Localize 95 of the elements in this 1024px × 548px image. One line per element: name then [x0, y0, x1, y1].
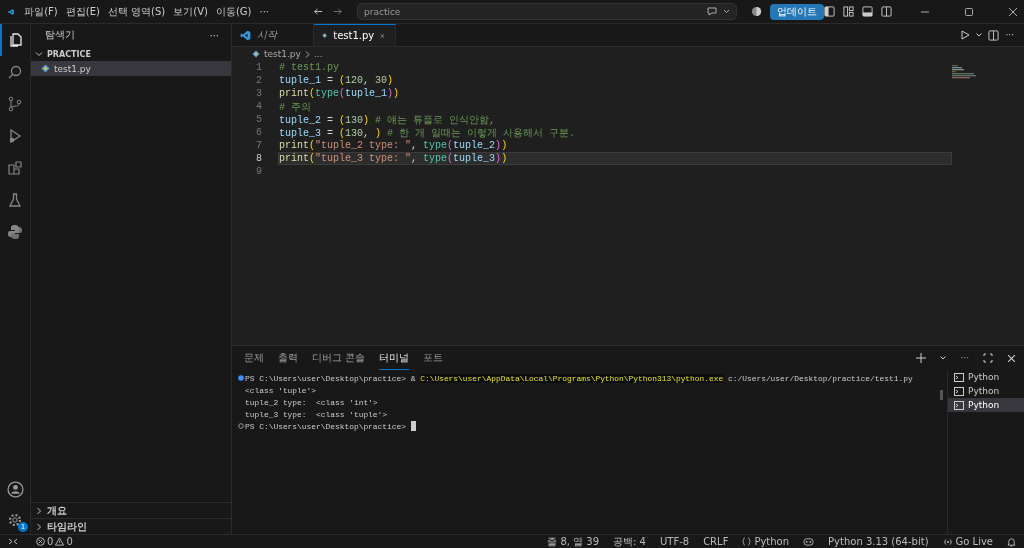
line-number: 3 [255, 88, 263, 99]
code-line: tuple_2 = (130) # 얘는 튜플로 인식안함, [279, 113, 496, 127]
code-line: print("tuple_2 type: ", type(tuple_2)) [279, 140, 508, 151]
back-arrow-icon[interactable] [313, 6, 324, 17]
line-number: 6 [255, 127, 263, 138]
explorer-title: 탐색기 [45, 28, 75, 42]
close-icon[interactable] [1008, 6, 1018, 17]
terminal-session[interactable]: Python [948, 398, 1024, 412]
code-line: tuple_3 = (130, ) # 한 개 일때는 이렇게 사용해서 구분. [279, 126, 576, 140]
broadcast-icon [942, 537, 953, 546]
python-file-icon [252, 50, 260, 58]
caret-icon[interactable] [976, 33, 983, 37]
breadcrumb-item[interactable]: test1.py [264, 49, 301, 59]
editor-tab[interactable]: test1.py [314, 24, 396, 46]
terminal-session[interactable]: Python [948, 384, 1024, 398]
python-file-icon [322, 31, 328, 40]
status-item[interactable]: CRLF [703, 536, 729, 547]
status-item[interactable]: Python 3.13 (64-bit) [828, 536, 929, 547]
split-editor-icon[interactable] [988, 29, 1000, 41]
terminal-icon [954, 386, 964, 396]
breadcrumb-item[interactable]: ... [313, 49, 323, 59]
remote-icon[interactable] [8, 537, 18, 546]
caret-icon[interactable] [940, 356, 947, 360]
menu-item[interactable]: 이동(G) [215, 4, 252, 19]
line-number: 7 [255, 140, 263, 151]
code-line: tuple_1 = (120, 30) [279, 75, 394, 86]
chevron-icon [304, 50, 310, 58]
panel-tab[interactable]: 포트 [423, 347, 444, 369]
maximize-icon[interactable] [964, 6, 974, 17]
line-number: 5 [255, 114, 263, 125]
problems-status[interactable]: 0 0 [36, 536, 73, 547]
python-icon [7, 224, 23, 240]
line-number: 2 [255, 75, 263, 86]
terminal-session[interactable]: Python [948, 370, 1024, 384]
bell-icon[interactable] [1007, 536, 1016, 547]
search-icon [7, 64, 23, 80]
menu-item[interactable]: 편집(E) [65, 4, 100, 19]
language-status[interactable]: Python [742, 536, 790, 547]
line-number: 8 [255, 153, 263, 164]
line-number: 9 [255, 166, 263, 177]
panel-tab[interactable]: 문제 [244, 347, 264, 369]
update-button[interactable]: 업데이트 [770, 3, 824, 20]
error-icon [36, 537, 45, 546]
menu-item[interactable]: 선택 영역(S) [107, 4, 166, 19]
code-line: # 주의 [279, 100, 311, 114]
app-logo-icon [240, 29, 251, 41]
terminal-icon [954, 400, 964, 410]
more-menu[interactable]: ··· [259, 6, 269, 17]
more-menu[interactable]: ··· [1005, 30, 1014, 40]
forward-arrow-icon[interactable] [332, 6, 343, 17]
plus-icon[interactable] [916, 353, 927, 363]
split-layout-icon[interactable] [881, 6, 892, 17]
files-icon [8, 32, 24, 48]
menu-item[interactable]: 보기(V) [173, 4, 208, 19]
python-file-icon [41, 64, 50, 73]
grid-layout-icon[interactable] [843, 6, 854, 17]
section-header[interactable]: 개요 [31, 502, 231, 518]
more-menu[interactable]: ··· [960, 353, 969, 363]
status-item[interactable]: 공백: 4 [613, 534, 646, 548]
caret-icon[interactable] [723, 9, 730, 14]
search-field[interactable]: practice [357, 3, 737, 20]
close-icon[interactable] [1007, 353, 1016, 363]
status-item[interactable]: UTF-8 [659, 536, 690, 547]
line-number: 4 [255, 101, 263, 112]
go-live-button[interactable]: Go Live [942, 536, 993, 547]
folder-header[interactable]: PRACTICE [31, 47, 231, 61]
maximize-icon[interactable] [983, 353, 993, 363]
account-icon[interactable] [6, 481, 24, 498]
terminal-icon [954, 372, 964, 382]
flask-icon [7, 192, 23, 208]
sidebar-layout-icon[interactable] [824, 6, 835, 17]
play-bug-icon [7, 128, 23, 144]
menu-item[interactable]: 파일(F) [24, 4, 58, 19]
chat-icon[interactable] [706, 6, 718, 17]
status-item[interactable]: 줄 8, 열 39 [547, 534, 600, 548]
run-icon[interactable] [960, 30, 971, 40]
panel-tab[interactable]: 디버그 콘솔 [312, 347, 366, 369]
settings-icon[interactable] [7, 512, 23, 528]
panel-layout-icon[interactable] [862, 6, 873, 17]
file-item[interactable]: test1.py [31, 61, 231, 76]
half-circle-icon[interactable] [751, 6, 762, 17]
extensions-icon [7, 160, 23, 176]
line-number: 1 [255, 62, 263, 73]
branch-icon [7, 96, 23, 112]
panel-tab[interactable]: 출력 [278, 347, 298, 369]
chevron-icon [35, 50, 43, 58]
section-header[interactable]: 타임라인 [31, 518, 231, 534]
braces-icon [742, 537, 752, 546]
panel-tab[interactable]: 터미널 [379, 346, 410, 370]
more-menu[interactable]: ··· [209, 29, 219, 41]
code-line: print("tuple_3 type: ", type(tuple_3)) [279, 153, 508, 164]
minimap-drawing [952, 65, 976, 79]
code-line: print(type(tuple_1)) [279, 88, 400, 99]
code-line: # test1.py [279, 62, 339, 73]
warning-icon [55, 537, 65, 546]
